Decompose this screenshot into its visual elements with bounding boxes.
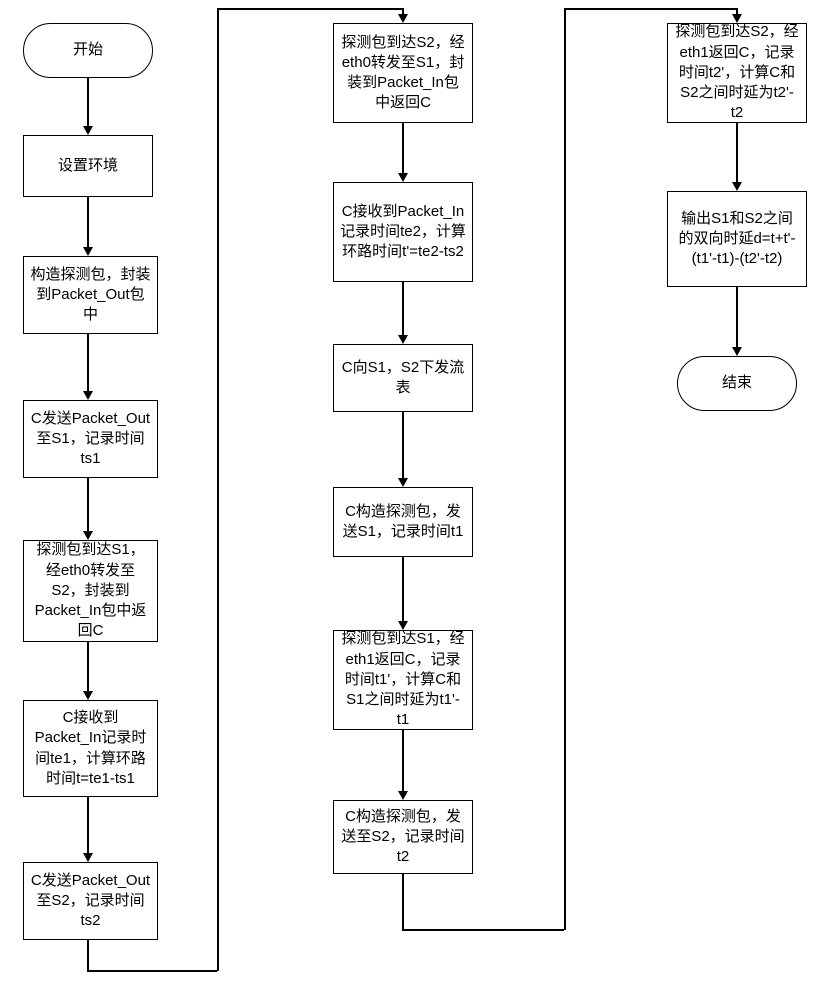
- arrow-head-icon: [732, 182, 742, 191]
- arrow-line: [402, 730, 404, 792]
- step-probe-s1-return-text: 探测包到达S1，经eth1返回C，记录时间t1'，计算C和S1之间时延为t1'-…: [340, 629, 466, 730]
- arrow-line: [736, 287, 738, 348]
- arrow-line: [402, 557, 404, 622]
- arrow-line: [217, 8, 403, 10]
- step-recv-packetin-te1-text: C接收到Packet_In记录时间te1，计算环路时间t=te1-ts1: [30, 708, 151, 789]
- step-probe-s1-forward: 探测包到达S1，经eth0转发至S2，封装到Packet_In包中返回C: [23, 540, 158, 642]
- arrow-head-icon: [398, 14, 408, 23]
- arrow-head-icon: [83, 691, 93, 700]
- step-send-flow-table-text: C向S1，S2下发流表: [340, 358, 466, 399]
- arrow-line: [87, 642, 89, 692]
- arrow-line: [87, 940, 89, 970]
- step-send-flow-table: C向S1，S2下发流表: [333, 344, 473, 412]
- arrow-line: [217, 8, 219, 971]
- end-terminator: 结束: [677, 356, 797, 411]
- arrow-line: [87, 478, 89, 532]
- arrow-line: [402, 929, 564, 931]
- arrow-line: [402, 412, 404, 479]
- step-recv-packetin-te2: C接收到Packet_In记录时间te2，计算环路时间t'=te2-ts2: [333, 182, 473, 282]
- step-send-packetout-s2: C发送Packet_Out至S2，记录时间ts2: [23, 862, 158, 940]
- start-text: 开始: [73, 40, 103, 60]
- arrow-line: [87, 78, 89, 127]
- arrow-head-icon: [83, 126, 93, 135]
- step-output-delay: 输出S1和S2之间的双向时延d=t+t'-(t1'-t1)-(t2'-t2): [667, 191, 807, 287]
- step-construct-probe-t1: C构造探测包，发送S1，记录时间t1: [333, 487, 473, 557]
- step-construct-probe-text: 构造探测包，封装到Packet_Out包中: [30, 265, 151, 326]
- arrow-line: [564, 8, 737, 10]
- step-probe-s1-return: 探测包到达S1，经eth1返回C，记录时间t1'，计算C和S1之间时延为t1'-…: [333, 630, 473, 730]
- step-set-env-text: 设置环境: [58, 156, 118, 176]
- arrow-head-icon: [83, 391, 93, 400]
- step-set-env: 设置环境: [23, 135, 153, 197]
- arrow-head-icon: [83, 531, 93, 540]
- arrow-line: [402, 123, 404, 174]
- step-send-packetout-s2-text: C发送Packet_Out至S2，记录时间ts2: [30, 871, 151, 932]
- arrow-line: [402, 282, 404, 336]
- step-construct-probe: 构造探测包，封装到Packet_Out包中: [23, 256, 158, 334]
- start-terminator: 开始: [23, 23, 153, 78]
- step-output-delay-text: 输出S1和S2之间的双向时延d=t+t'-(t1'-t1)-(t2'-t2): [674, 209, 800, 270]
- arrow-head-icon: [83, 853, 93, 862]
- step-probe-s2-return-text: 探测包到达S2，经eth1返回C，记录时间t2'，计算C和S2之间时延为t2'-…: [674, 22, 800, 123]
- arrow-head-icon: [732, 14, 742, 23]
- step-probe-s2-text: 探测包到达S2，经eth0转发至S1，封装到Packet_In包中返回C: [340, 33, 466, 114]
- step-probe-s1-text: 探测包到达S1，经eth0转发至S2，封装到Packet_In包中返回C: [30, 540, 151, 641]
- arrow-line: [87, 797, 89, 854]
- step-recv-packetin-te2-text: C接收到Packet_In记录时间te2，计算环路时间t'=te2-ts2: [340, 202, 466, 263]
- arrow-head-icon: [398, 335, 408, 344]
- arrow-head-icon: [398, 478, 408, 487]
- arrow-line: [87, 970, 217, 972]
- arrow-head-icon: [398, 791, 408, 800]
- arrow-head-icon: [732, 347, 742, 356]
- arrow-head-icon: [398, 173, 408, 182]
- end-text: 结束: [722, 373, 752, 393]
- arrow-line: [402, 874, 404, 929]
- arrow-line: [564, 8, 566, 930]
- step-recv-packetin-te1: C接收到Packet_In记录时间te1，计算环路时间t=te1-ts1: [23, 700, 158, 797]
- arrow-line: [736, 123, 738, 183]
- step-construct-probe-t2-text: C构造探测包，发送至S2，记录时间t2: [340, 807, 466, 868]
- step-send-packetout-s1-text: C发送Packet_Out至S1，记录时间ts1: [30, 409, 151, 470]
- arrow-head-icon: [398, 621, 408, 630]
- step-construct-probe-t1-text: C构造探测包，发送S1，记录时间t1: [340, 502, 466, 543]
- arrow-line: [87, 197, 89, 248]
- step-send-packetout-s1: C发送Packet_Out至S1，记录时间ts1: [23, 400, 158, 478]
- step-probe-s2-return: 探测包到达S2，经eth1返回C，记录时间t2'，计算C和S2之间时延为t2'-…: [667, 23, 807, 123]
- arrow-line: [87, 334, 89, 392]
- arrow-head-icon: [83, 247, 93, 256]
- step-construct-probe-t2: C构造探测包，发送至S2，记录时间t2: [333, 800, 473, 874]
- step-probe-s2-forward: 探测包到达S2，经eth0转发至S1，封装到Packet_In包中返回C: [333, 23, 473, 123]
